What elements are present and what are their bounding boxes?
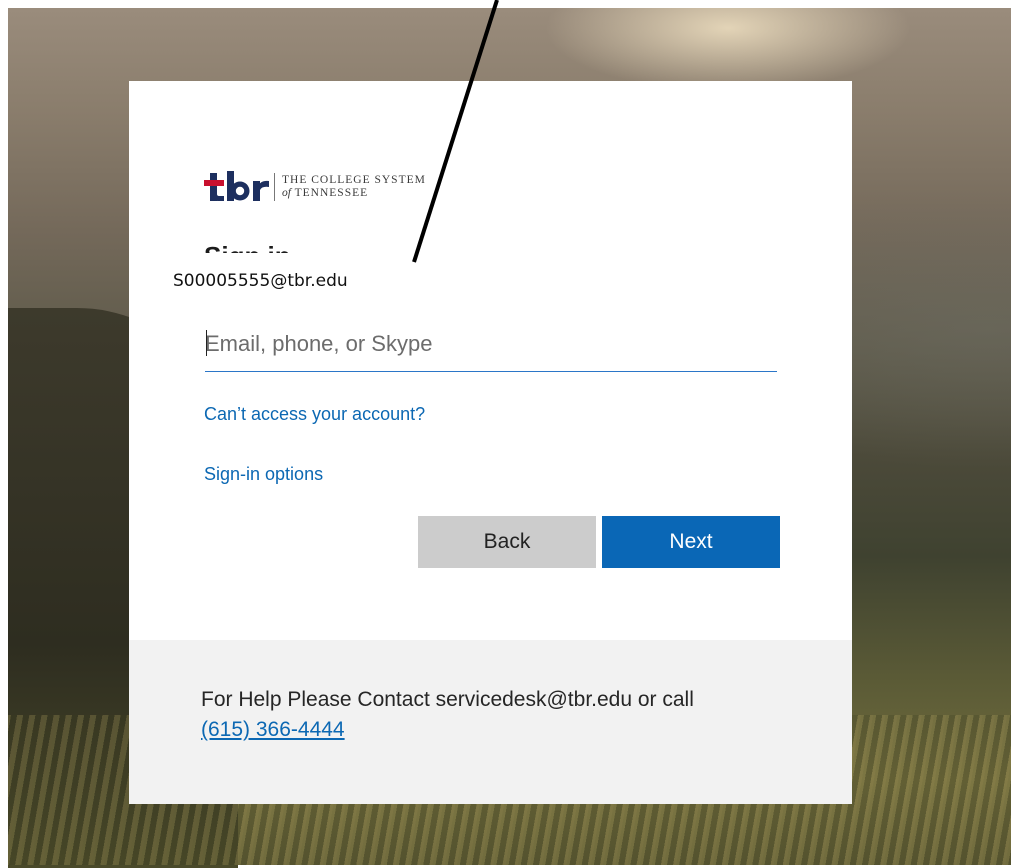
page-title-text: Sign in — [204, 241, 291, 253]
help-phone-link[interactable]: (615) 366-4444 — [201, 718, 345, 741]
logo-divider — [274, 173, 275, 201]
signin-options-link[interactable]: Sign-in options — [204, 464, 323, 485]
cant-access-account-link[interactable]: Can’t access your account? — [204, 404, 425, 425]
tbr-logo-mark — [204, 170, 270, 204]
annotation-label: S00005555@tbr.edu — [173, 271, 348, 291]
logo-line-2-text: TENNESSEE — [294, 186, 369, 199]
help-message: For Help Please Contact servicedesk@tbr.… — [201, 685, 821, 745]
logo-line-2-prefix: of — [282, 186, 291, 199]
text-caret — [206, 330, 207, 356]
help-text: For Help Please Contact servicedesk@tbr.… — [201, 688, 694, 711]
logo-wordmark: THE COLLEGE SYSTEM of TENNESSEE — [282, 174, 426, 200]
page-title: Sign in — [204, 239, 424, 253]
back-button[interactable]: Back — [418, 516, 596, 568]
logo-line-1: THE COLLEGE SYSTEM — [282, 174, 426, 186]
help-footer: For Help Please Contact servicedesk@tbr.… — [129, 640, 852, 804]
logo-line-2: of TENNESSEE — [282, 186, 426, 200]
tbr-logo: THE COLLEGE SYSTEM of TENNESSEE — [204, 167, 426, 207]
next-button[interactable]: Next — [602, 516, 780, 568]
email-field[interactable] — [205, 321, 777, 372]
